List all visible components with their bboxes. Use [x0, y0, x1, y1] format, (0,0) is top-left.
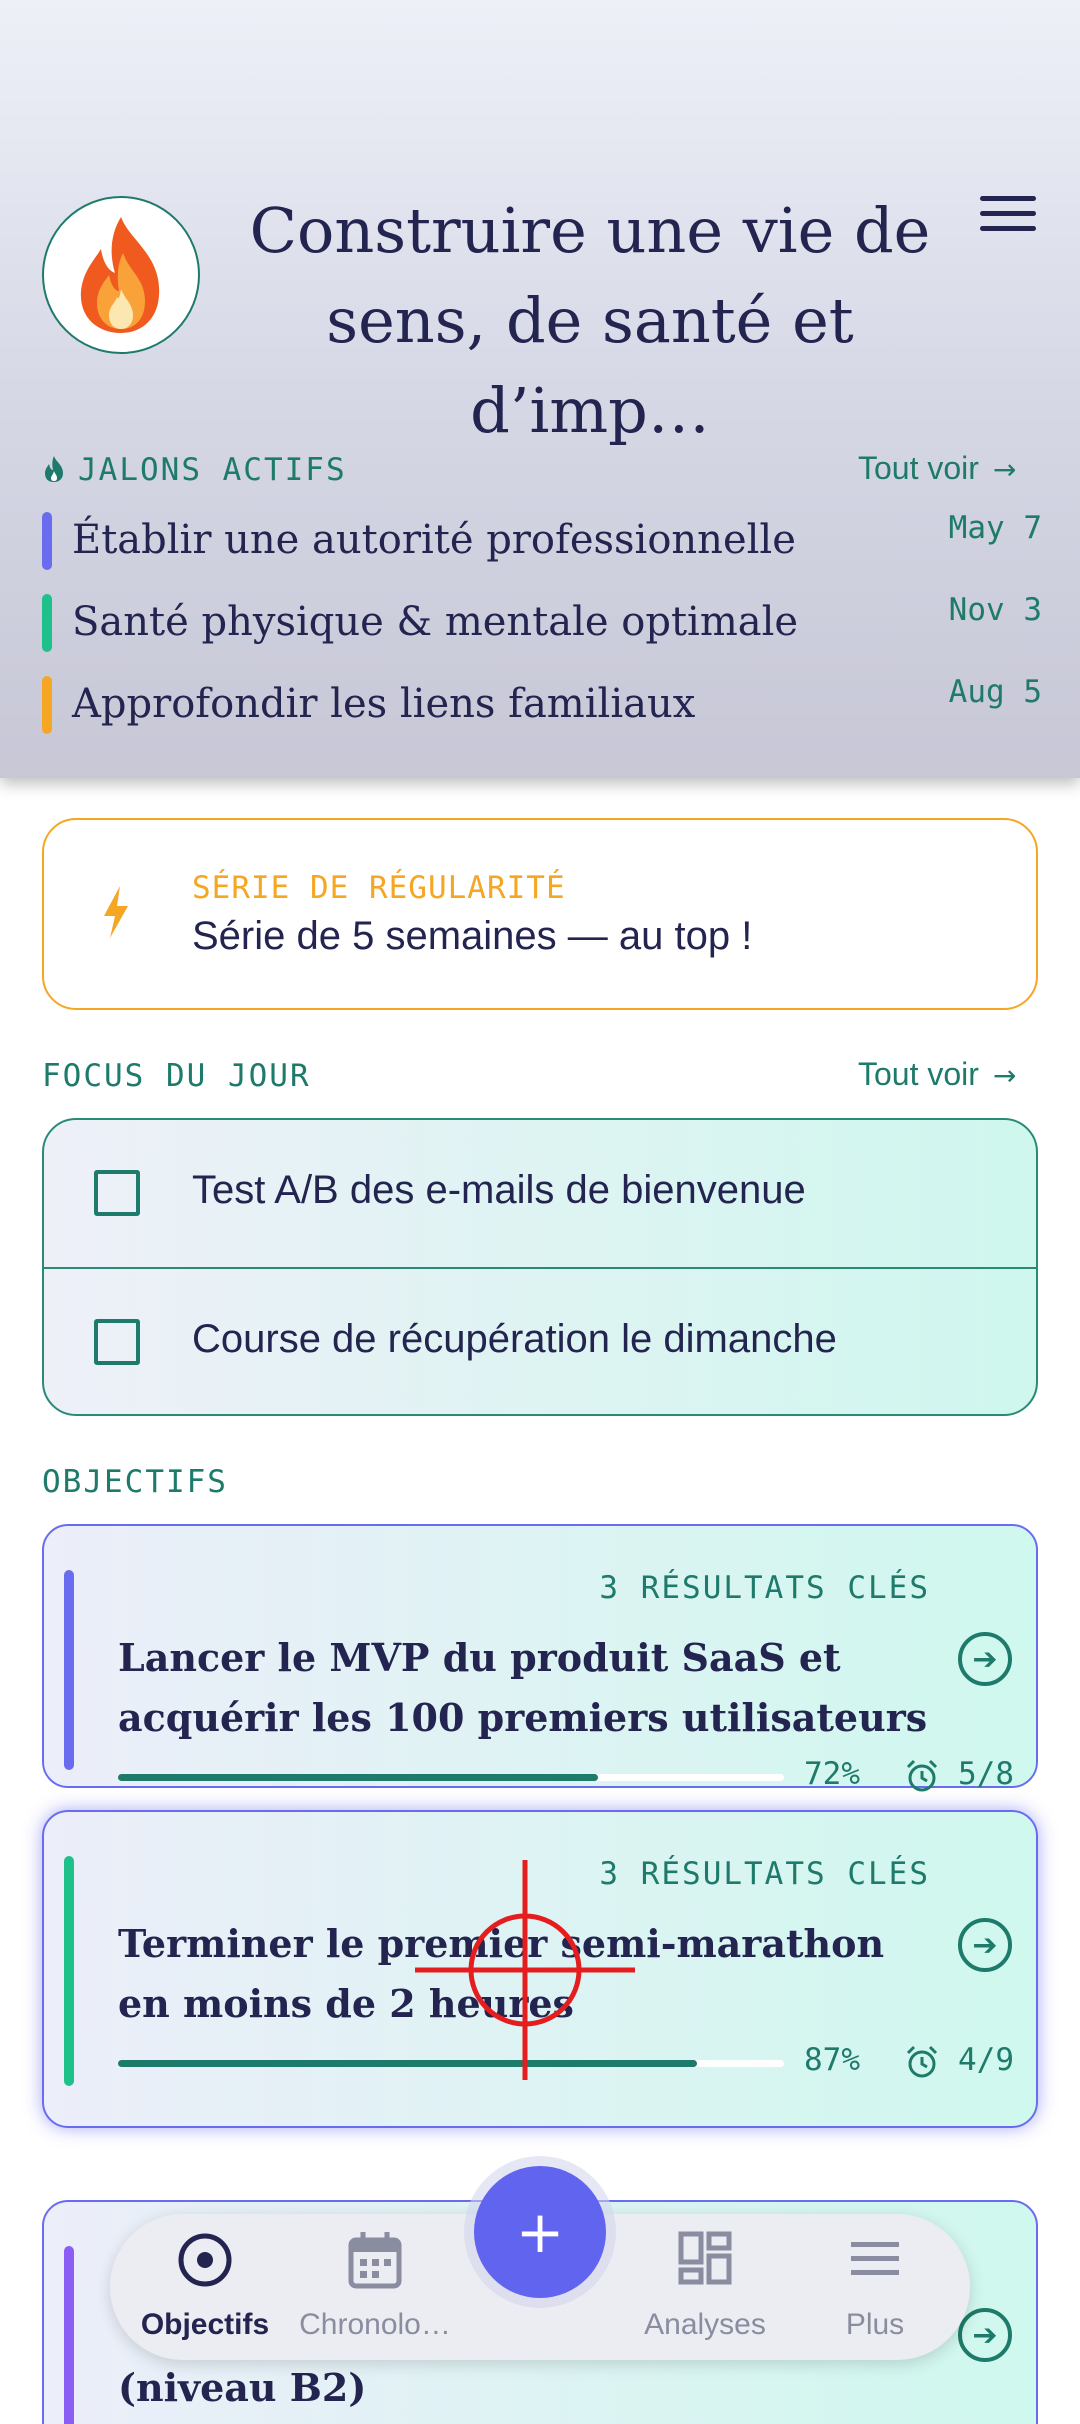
nav-label: Plus	[845, 2308, 905, 2341]
calendar-icon	[348, 2232, 402, 2289]
flame-small-icon	[45, 456, 63, 482]
objective-title: Lancer le MVP du produit SaaS et acquéri…	[118, 1635, 928, 1740]
nav-item-analyses[interactable]: Analyses	[620, 2214, 790, 2360]
nav-item-plus[interactable]: Plus	[790, 2214, 960, 2360]
milestone-item[interactable]: Santé physique & mentale optimale Nov 3	[42, 592, 1042, 652]
nav-label: Analyses	[644, 2308, 766, 2341]
milestone-name: Approfondir les liens familiaux	[72, 681, 696, 727]
progress-bar	[118, 1774, 784, 1781]
milestone-name: Établir une autorité professionnelle	[72, 517, 796, 563]
milestone-color-bar	[42, 512, 52, 570]
objective-card[interactable]: 3 RÉSULTATS CLÉS Terminer le premier sem…	[42, 1810, 1038, 2128]
milestones-see-all-text: Tout voir	[858, 450, 979, 486]
header: Construire une vie de sens, de santé et …	[0, 0, 1080, 778]
progress-bar	[118, 2060, 784, 2067]
milestone-date: Aug 5	[948, 674, 1042, 710]
fire-icon	[80, 217, 160, 333]
progress-fill	[118, 2060, 698, 2067]
task-text: Course de récupération le dimanche	[192, 1317, 837, 1361]
arrow-circle-right-icon[interactable]: ➔	[958, 1632, 1012, 1686]
milestone-item[interactable]: Établir une autorité professionnelle May…	[42, 510, 1042, 570]
focus-card: Test A/B des e-mails de bienvenue Course…	[42, 1118, 1038, 1416]
key-results-done-count: 4/9	[958, 2042, 1014, 2078]
milestones-label-text: JALONS ACTIFS	[78, 452, 347, 488]
milestones-see-all-link[interactable]: Tout voir →	[858, 450, 1016, 487]
page-title: Construire une vie de sens, de santé et …	[249, 194, 931, 447]
key-results-count: 3 RÉSULTATS CLÉS	[599, 1856, 930, 1892]
task-item[interactable]: Test A/B des e-mails de bienvenue	[44, 1120, 1036, 1268]
streak-label: SÉRIE DE RÉGULARITÉ	[192, 870, 566, 906]
milestone-name: Santé physique & mentale optimale	[72, 599, 799, 645]
task-text: Test A/B des e-mails de bienvenue	[192, 1168, 806, 1212]
key-results-count: 3 RÉSULTATS CLÉS	[599, 1570, 930, 1606]
objectives-label: OBJECTIFS	[42, 1464, 228, 1500]
progress-percent: 72%	[804, 1756, 860, 1792]
key-results-done-count: 5/8	[958, 1756, 1014, 1792]
arrow-circle-right-icon[interactable]: ➔	[958, 1918, 1012, 1972]
objective-color-bar	[64, 1856, 74, 2086]
hamburger-menu-icon[interactable]	[980, 196, 1036, 240]
task-checkbox[interactable]	[94, 1319, 140, 1365]
arrow-right-icon: →	[992, 453, 1017, 486]
objective-title: (niveau B2)	[118, 2365, 367, 2410]
focus-see-all-link[interactable]: Tout voir →	[858, 1056, 1016, 1093]
nav-label: Objectifs	[140, 2308, 270, 2341]
milestone-date: Nov 3	[948, 592, 1042, 628]
milestones-label: JALONS ACTIFS	[42, 452, 347, 488]
alarm-clock-icon	[906, 1759, 938, 1792]
focus-see-all-text: Tout voir	[858, 1056, 979, 1092]
target-icon	[178, 2233, 232, 2287]
objective-title: Terminer le premier semi-marathon en moi…	[118, 1921, 885, 2026]
streak-card[interactable]: SÉRIE DE RÉGULARITÉ Série de 5 semaines …	[42, 818, 1038, 1010]
streak-message: Série de 5 semaines — au top !	[192, 914, 753, 958]
objective-color-bar	[64, 2246, 74, 2424]
task-item[interactable]: Course de récupération le dimanche	[44, 1269, 1036, 1414]
fab-halo: +	[464, 2156, 616, 2308]
milestone-color-bar	[42, 594, 52, 652]
nav-item-objectifs[interactable]: Objectifs	[120, 2214, 290, 2360]
add-button[interactable]: +	[474, 2166, 606, 2298]
nav-label: Chronolo…	[299, 2308, 451, 2341]
nav-item-chronologie[interactable]: Chronolo…	[290, 2214, 460, 2360]
focus-label: FOCUS DU JOUR	[42, 1058, 311, 1094]
alarm-clock-icon	[906, 2045, 938, 2078]
arrow-right-icon: →	[992, 1059, 1017, 1092]
dashboard-icon	[678, 2231, 732, 2285]
lightning-icon	[104, 886, 128, 938]
app-logo	[42, 196, 200, 354]
progress-percent: 87%	[804, 2042, 860, 2078]
task-checkbox[interactable]	[94, 1170, 140, 1216]
milestone-item[interactable]: Approfondir les liens familiaux Aug 5	[42, 674, 1042, 734]
objective-card[interactable]: 3 RÉSULTATS CLÉS Lancer le MVP du produi…	[42, 1524, 1038, 1792]
menu-icon	[851, 2242, 899, 2275]
progress-fill	[118, 1774, 598, 1781]
arrow-circle-right-icon[interactable]: ➔	[958, 2308, 1012, 2362]
objective-color-bar	[64, 1570, 74, 1770]
milestone-date: May 7	[948, 510, 1042, 546]
milestone-color-bar	[42, 676, 52, 734]
